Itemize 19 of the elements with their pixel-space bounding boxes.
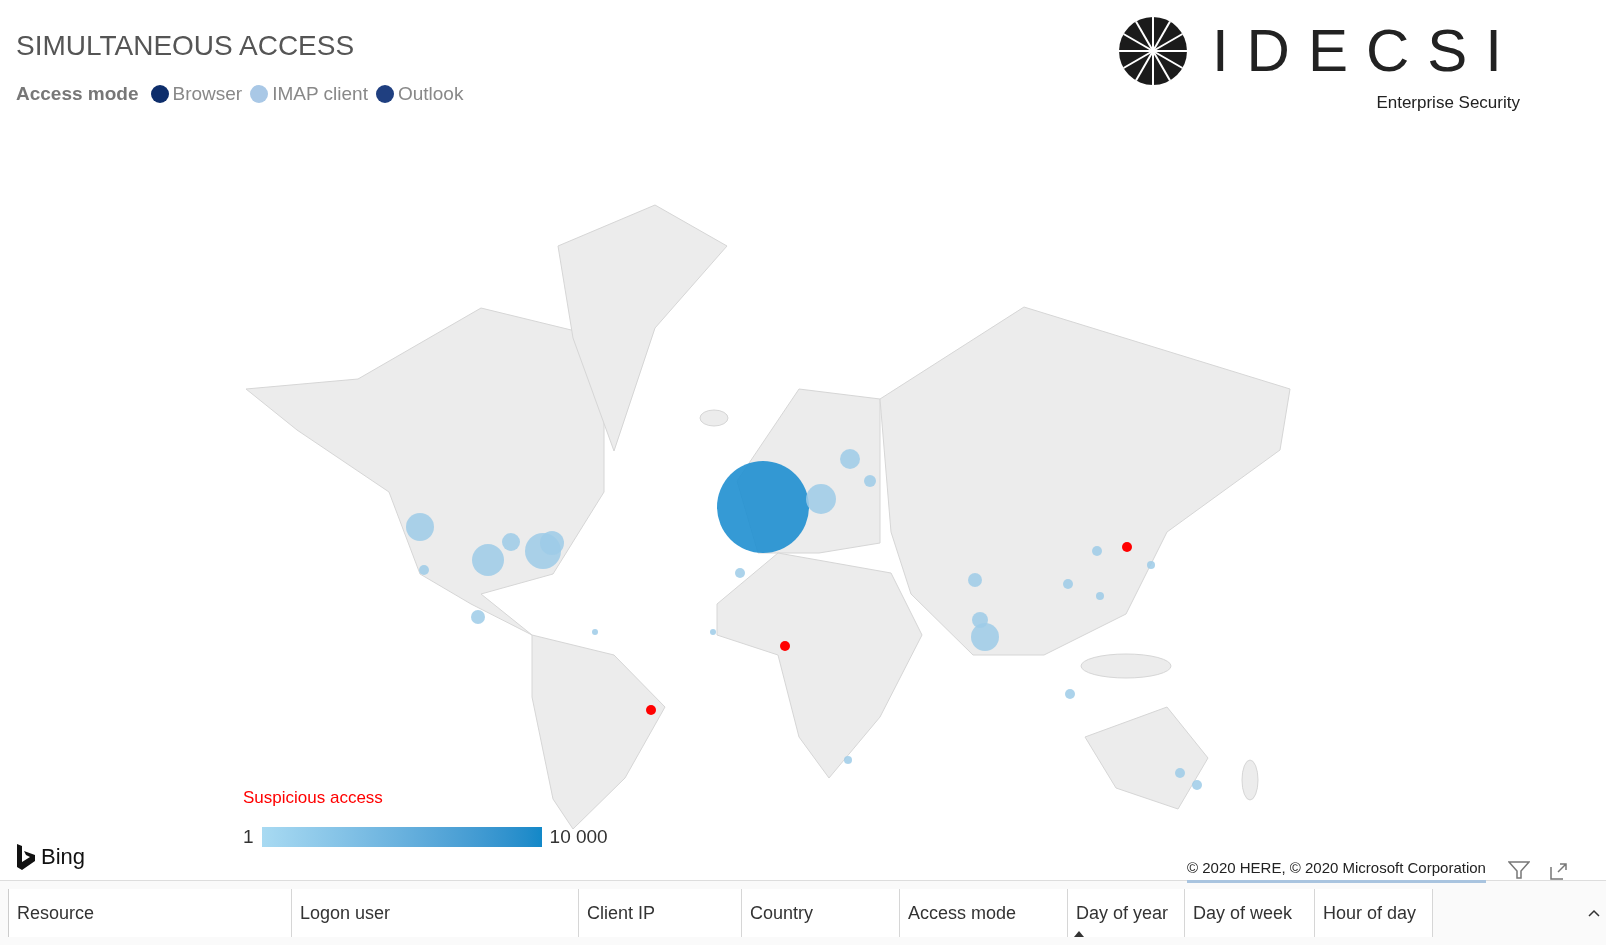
- legend-item: Outlook: [397, 82, 464, 106]
- column-header[interactable]: Logon user: [292, 889, 579, 937]
- scale-min: 1: [243, 824, 254, 849]
- scale-max: 10 000: [549, 824, 608, 849]
- column-header[interactable]: Access mode: [900, 889, 1068, 937]
- column-header[interactable]: Country: [742, 889, 900, 937]
- column-header[interactable]: Day of year: [1068, 889, 1185, 937]
- legend-label: Access mode: [16, 82, 139, 106]
- column-header[interactable]: Hour of day: [1315, 889, 1433, 937]
- column-header[interactable]: Client IP: [579, 889, 742, 937]
- legend-item: Browser: [172, 82, 243, 106]
- legend-item: IMAP client: [272, 82, 368, 106]
- logo-wordmark: IDECSI: [1211, 21, 1520, 81]
- column-header[interactable]: Resource: [9, 889, 292, 937]
- logo-tagline: Enterprise Security: [1376, 92, 1520, 114]
- report-title: SIMULTANEOUS ACCESS: [16, 32, 356, 60]
- bing-label: Bing: [41, 843, 86, 871]
- scale-title: Suspicious access: [243, 787, 384, 809]
- column-header[interactable]: Day of week: [1185, 889, 1315, 937]
